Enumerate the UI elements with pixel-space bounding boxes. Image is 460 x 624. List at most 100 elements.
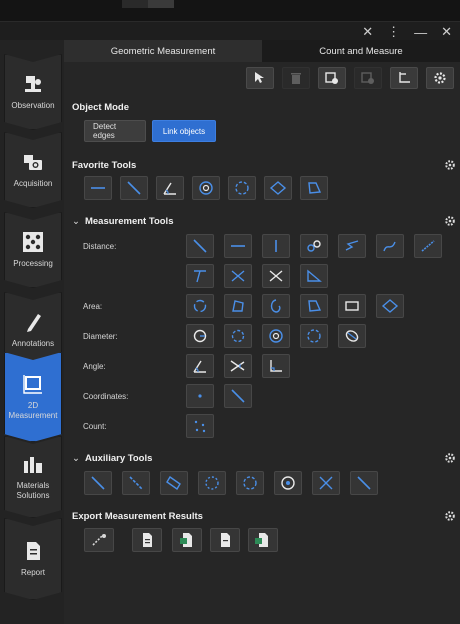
nav-item-2d-measurement[interactable]: 2D Measurement bbox=[4, 352, 62, 442]
export-to-workbook-button[interactable] bbox=[248, 528, 278, 552]
nav-item-materials-solutions[interactable]: Materials Solutions bbox=[4, 436, 62, 518]
distance-curve-tool[interactable] bbox=[376, 234, 404, 258]
diagonal-line-icon bbox=[231, 389, 245, 403]
diameter-ellipse-tool[interactable] bbox=[338, 324, 366, 348]
aux-concentric-tool[interactable] bbox=[274, 471, 302, 495]
delete-icon bbox=[291, 73, 301, 84]
select-arrow-button[interactable] bbox=[246, 67, 274, 89]
cross-distance-icon bbox=[231, 270, 245, 282]
auxiliary-tools-heading[interactable]: ⌄ Auxiliary Tools bbox=[72, 453, 152, 464]
area-shape-tool[interactable] bbox=[300, 294, 328, 318]
copy-settings-button[interactable] bbox=[318, 67, 346, 89]
object-mode-heading: Object Mode bbox=[72, 102, 130, 113]
auxiliary-tools-settings-icon[interactable] bbox=[444, 452, 456, 464]
aux-cross-tool[interactable] bbox=[312, 471, 340, 495]
diameter-points-tool[interactable] bbox=[224, 324, 252, 348]
measurement-tools-heading[interactable]: ⌄ Measurement Tools bbox=[72, 216, 173, 227]
axis-button[interactable] bbox=[390, 67, 418, 89]
distance-perpendicular-tool[interactable] bbox=[186, 264, 214, 288]
detect-edges-button[interactable]: Detect edges bbox=[84, 120, 146, 142]
nav-label: Processing bbox=[13, 259, 53, 268]
link-objects-button[interactable]: Link objects bbox=[152, 120, 216, 142]
measurement-tools-settings-icon[interactable] bbox=[444, 215, 456, 227]
auxiliary-tools-title: Auxiliary Tools bbox=[84, 453, 153, 464]
freehand-area-icon bbox=[270, 299, 281, 313]
dashed-circle-icon bbox=[205, 476, 219, 490]
triangle-icon bbox=[307, 269, 322, 282]
fav-angle-tool[interactable] bbox=[156, 176, 184, 200]
paste-settings-button[interactable] bbox=[354, 67, 382, 89]
area-circle-tool[interactable] bbox=[186, 294, 214, 318]
nav-item-processing[interactable]: Processing bbox=[4, 212, 62, 288]
tab-geometric-measurement[interactable]: Geometric Measurement bbox=[64, 40, 262, 62]
delete-button[interactable] bbox=[282, 67, 310, 89]
area-label: Area: bbox=[83, 302, 103, 311]
nav-item-observation[interactable]: Observation bbox=[4, 54, 62, 130]
export-document-button[interactable] bbox=[132, 528, 162, 552]
dice-grid-icon bbox=[22, 231, 44, 253]
diameter-dashed-tool[interactable] bbox=[300, 324, 328, 348]
pin-icon[interactable]: ✕ bbox=[362, 24, 373, 40]
aux-bisector-tool[interactable] bbox=[122, 471, 150, 495]
distance-vertical-tool[interactable] bbox=[262, 234, 290, 258]
app-window: ✕ ⋮ — ✕ Observation Acquisition Processi… bbox=[0, 0, 460, 624]
fav-line-distance-tool[interactable] bbox=[120, 176, 148, 200]
diameter-circle-tool[interactable] bbox=[186, 324, 214, 348]
scatter-points-icon bbox=[194, 420, 206, 433]
distance-horizontal-tool[interactable] bbox=[224, 234, 252, 258]
count-points-tool[interactable] bbox=[186, 414, 214, 438]
diameter-concentric-tool[interactable] bbox=[262, 324, 290, 348]
favorite-tools-settings-icon[interactable] bbox=[444, 159, 456, 171]
distance-polyline-tool[interactable] bbox=[338, 234, 366, 258]
bar-chart-grid-icon bbox=[22, 453, 44, 475]
fav-polygon-tool[interactable] bbox=[300, 176, 328, 200]
cross-icon bbox=[319, 476, 333, 490]
nav-item-report[interactable]: Report bbox=[4, 518, 62, 600]
fav-rectangle-tool[interactable] bbox=[264, 176, 292, 200]
area-polygon-tool[interactable] bbox=[224, 294, 252, 318]
coordinates-line-tool[interactable] bbox=[224, 384, 252, 408]
aux-circle-points-tool[interactable] bbox=[198, 471, 226, 495]
distance-intersect-tool[interactable] bbox=[262, 264, 290, 288]
distance-multi-tool[interactable] bbox=[414, 234, 442, 258]
angle-two-line-tool[interactable] bbox=[224, 354, 252, 378]
area-freehand-tool[interactable] bbox=[262, 294, 290, 318]
area-rotated-rectangle-tool[interactable] bbox=[376, 294, 404, 318]
copy-settings-icon bbox=[325, 72, 338, 84]
close-icon[interactable]: ✕ bbox=[441, 24, 452, 40]
export-settings-icon[interactable] bbox=[444, 510, 456, 522]
angle-three-point-tool[interactable] bbox=[186, 354, 214, 378]
clear-results-button[interactable] bbox=[84, 528, 114, 552]
two-line-angle-icon bbox=[230, 360, 245, 372]
coordinates-point-tool[interactable] bbox=[186, 384, 214, 408]
aux-circle-dashed-tool[interactable] bbox=[236, 471, 264, 495]
nav-item-acquisition[interactable]: Acquisition bbox=[4, 132, 62, 208]
aux-line-tool[interactable] bbox=[84, 471, 112, 495]
perpendicular-icon bbox=[194, 270, 206, 283]
aux-rectangle-tool[interactable] bbox=[160, 471, 188, 495]
distance-link-tool[interactable] bbox=[300, 234, 328, 258]
angle-right-tool[interactable] bbox=[262, 354, 290, 378]
fav-horizontal-distance-tool[interactable] bbox=[84, 176, 112, 200]
distance-triangle-tool[interactable] bbox=[300, 264, 328, 288]
document-icon bbox=[143, 533, 152, 547]
concentric-circle-icon bbox=[199, 181, 213, 195]
diamond-icon bbox=[269, 181, 287, 195]
panel-settings-button[interactable] bbox=[426, 67, 454, 89]
minimize-icon[interactable]: — bbox=[414, 25, 427, 40]
dotted-circle-icon bbox=[231, 329, 245, 343]
export-heading: Export Measurement Results bbox=[72, 511, 203, 522]
fav-circle-tool[interactable] bbox=[192, 176, 220, 200]
distance-line-tool[interactable] bbox=[186, 234, 214, 258]
document-icon bbox=[221, 533, 230, 547]
area-rectangle-tool[interactable] bbox=[338, 294, 366, 318]
more-icon[interactable]: ⋮ bbox=[387, 24, 400, 40]
export-excel-button[interactable] bbox=[172, 528, 202, 552]
export-report-button[interactable] bbox=[210, 528, 240, 552]
aux-extend-line-tool[interactable] bbox=[350, 471, 378, 495]
fav-circle-points-tool[interactable] bbox=[228, 176, 256, 200]
tab-count-and-measure[interactable]: Count and Measure bbox=[262, 40, 460, 62]
distance-cross-tool[interactable] bbox=[224, 264, 252, 288]
area-circle-icon bbox=[193, 299, 207, 313]
clear-results-icon bbox=[92, 534, 106, 546]
